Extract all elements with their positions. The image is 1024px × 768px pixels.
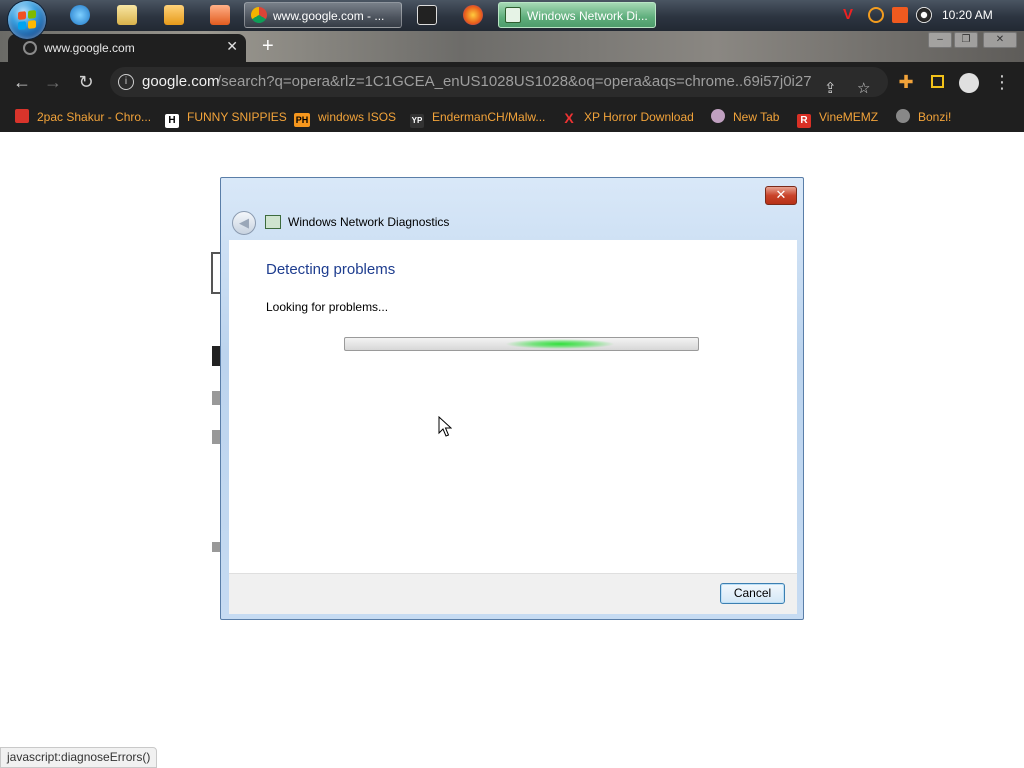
address-path: /search?q=opera&rlz=1C1GCEA_enUS1028US10… [217,73,811,90]
chrome-icon [251,7,267,23]
firefox-icon[interactable] [463,5,483,25]
loading-favicon-icon [23,41,37,55]
bookmark-favicon-icon: PH [294,113,310,127]
dialog-heading: Detecting problems [266,261,396,278]
sidebar-icon[interactable] [926,71,948,93]
page-text-fragment [212,430,220,444]
dialog-footer: Cancel [229,573,797,614]
bookmark-item[interactable]: PH windows ISOS [294,108,396,127]
network-diagnostics-icon [505,7,521,23]
tab-close-icon[interactable]: ✕ [226,38,238,55]
vivaldi-tray-icon[interactable]: V [843,7,859,23]
browser-tab[interactable]: www.google.com ✕ [8,34,246,62]
bookmark-item[interactable]: 2pac Shakur - Chro... [15,108,151,126]
restore-window-button[interactable]: ❐ [954,32,978,48]
bookmark-favicon-icon [711,109,725,123]
start-button[interactable] [8,1,46,39]
app-tray-icon[interactable] [892,7,908,23]
volume-tray-icon[interactable] [916,7,932,23]
new-tab-button[interactable]: + [262,35,274,58]
site-info-icon[interactable]: i [118,74,134,90]
bookmark-favicon-icon [15,109,29,123]
bookmark-star-icon[interactable]: ☆ [857,74,870,97]
mouse-cursor-icon [438,416,452,437]
bookmark-favicon-icon: H [165,114,179,128]
bookmark-favicon-icon: X [564,110,574,126]
bookmark-favicon-icon: YP [410,114,424,128]
back-arrow-icon[interactable]: ← [11,71,33,93]
clock[interactable]: 10:20 AM [942,0,993,31]
tab-title: www.google.com [44,41,135,55]
7zip-icon[interactable] [417,5,437,25]
bookmark-favicon-icon: R [797,114,811,128]
page-text-fragment [212,542,220,552]
bookmark-item[interactable]: Bonzi! [896,108,951,126]
dialog-content: Detecting problems Looking for problems.… [229,240,797,573]
address-host: google.com [142,73,220,90]
page-text-fragment [212,391,220,405]
game-app-icon[interactable] [210,5,230,25]
link-status-bar: javascript:diagnoseErrors() [0,747,158,768]
menu-kebab-icon[interactable]: ⋮ [991,71,1013,93]
network-diagnostics-dialog: ✕ ◀ Windows Network Diagnostics Detectin… [220,177,804,620]
marquee-progress-bar [344,337,699,351]
profile-avatar-icon[interactable] [958,71,980,94]
media-player-icon[interactable] [164,5,184,25]
taskbar-button-chrome[interactable]: www.google.com - ... [244,2,402,28]
address-bar[interactable]: i google.com /search?q=opera&rlz=1C1GCEA… [110,67,888,97]
browser-toolbar: ← → ↻ i google.com /search?q=opera&rlz=1… [0,62,1024,102]
dialog-close-button[interactable]: ✕ [765,186,797,205]
internet-explorer-icon[interactable] [70,5,90,25]
bookmark-item[interactable]: X XP Horror Download [562,108,694,126]
bookmark-item[interactable]: H FUNNY SNIPPIES [165,108,287,128]
bookmark-item[interactable]: New Tab [711,108,779,126]
cancel-button[interactable]: Cancel [720,583,785,604]
search-tray-icon[interactable] [868,7,884,23]
network-diagnostics-icon [265,215,281,229]
dialog-back-button[interactable]: ◀ [232,211,256,235]
bookmark-favicon-icon [896,109,910,123]
taskbar-button-label: Windows Network Di... [527,9,648,23]
taskbar-button-label: www.google.com - ... [273,9,385,23]
bookmark-item[interactable]: YP EndermanCH/Malw... [410,108,545,128]
bookmark-item[interactable]: R VineMEMZ [797,108,878,128]
file-explorer-icon[interactable] [117,5,137,25]
minimize-window-button[interactable]: – [928,32,952,48]
share-icon[interactable]: ⇪ [824,74,837,97]
close-window-button[interactable]: ✕ [983,32,1017,48]
dialog-title: Windows Network Diagnostics [288,215,450,229]
extensions-puzzle-icon[interactable]: ✚ [895,71,917,93]
dialog-status-text: Looking for problems... [266,300,389,314]
forward-arrow-icon[interactable]: → [42,71,64,93]
taskbar-button-network-diagnostics[interactable]: Windows Network Di... [498,2,656,28]
taskbar: www.google.com - ... Windows Network Di.… [0,0,1024,39]
reload-icon[interactable]: ↻ [75,71,97,93]
page-heading-fragment [212,346,220,366]
bookmarks-bar: 2pac Shakur - Chro... H FUNNY SNIPPIES PH… [0,102,1024,132]
progress-glow [505,339,615,349]
windows-flag-icon [18,10,36,30]
